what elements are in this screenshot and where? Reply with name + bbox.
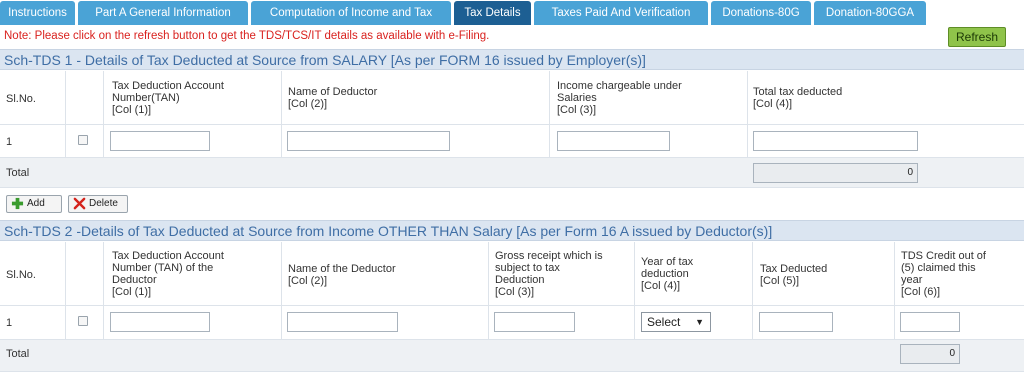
table-row: 1 Select ▼ (0, 306, 1024, 340)
total-label: Total (6, 167, 30, 179)
section-title-tds1: Sch-TDS 1 - Details of Tax Deducted at S… (0, 49, 1024, 70)
tds-credit-total: 0 (900, 344, 960, 364)
column-header-tan: Tax Deduction Account Number (TAN) of the… (112, 250, 224, 298)
year-of-deduction-select[interactable]: Select ▼ (641, 312, 711, 332)
column-header-tan: Tax Deduction Account Number(TAN) [Col (1)… (112, 80, 224, 116)
refresh-button[interactable]: Refresh (948, 27, 1006, 47)
row-number: 1 (6, 317, 13, 329)
note-bar: Note: Please click on the refresh button… (0, 25, 1024, 49)
total-tax-deducted-input[interactable] (753, 131, 918, 151)
add-row-button[interactable]: Add (6, 195, 62, 213)
tan-input[interactable] (110, 131, 210, 151)
row-select-checkbox[interactable] (78, 135, 88, 145)
column-header-deductor: Name of Deductor [Col (2)] (288, 86, 378, 110)
tab-computation-of-income-and-tax[interactable]: Computation of Income and Tax (251, 1, 451, 25)
table-header-row: Sl.No. Tax Deduction Account Number(TAN)[… (0, 71, 1024, 125)
tds1-table: Sl.No. Tax Deduction Account Number(TAN)[… (0, 71, 1024, 188)
column-header-total-tax: Total tax deducted [Col (4)] (753, 86, 843, 110)
tab-tax-details[interactable]: Tax Details (454, 1, 531, 25)
column-header-gross-receipt: Gross receipt which is subject to tax Dedu… (495, 250, 603, 298)
tan-input[interactable] (110, 312, 210, 332)
deductor-name-input[interactable] (287, 312, 398, 332)
column-header-deductor: Name of the Deductor [Col (2)] (288, 263, 396, 287)
plus-icon (11, 197, 24, 210)
column-header-slno: Sl.No. (6, 269, 36, 281)
table-header-row: Sl.No. Tax Deduction Account Number (TAN)… (0, 242, 1024, 306)
tds2-table: Sl.No. Tax Deduction Account Number (TAN)… (0, 242, 1024, 372)
row-select-checkbox[interactable] (78, 316, 88, 326)
tds-credit-input[interactable] (900, 312, 960, 332)
table-total-row: Total 0 (0, 158, 1024, 188)
section-title-tds2: Sch-TDS 2 -Details of Tax Deducted at So… (0, 220, 1024, 241)
tab-part-a-general-information[interactable]: Part A General Information (78, 1, 248, 25)
column-header-income: Income chargeable under Salaries [Col (3)] (557, 80, 682, 116)
gross-receipt-input[interactable] (494, 312, 575, 332)
row-actions: Add Delete (0, 188, 1024, 218)
delete-label: Delete (89, 198, 118, 209)
tab-instructions[interactable]: Instructions (0, 1, 75, 25)
tab-donations-80g[interactable]: Donations-80G (711, 1, 811, 25)
chevron-down-icon: ▼ (695, 317, 704, 327)
delete-x-icon (73, 197, 86, 210)
table-row: 1 (0, 125, 1024, 158)
column-header-tax-deducted: Tax Deducted [Col (5)] (760, 263, 828, 287)
refresh-note: Note: Please click on the refresh button… (4, 30, 490, 42)
column-header-year: Year of tax deduction [Col (4)] (641, 256, 694, 292)
column-header-slno: Sl.No. (6, 93, 36, 105)
table-total-row: Total 0 (0, 340, 1024, 372)
column-header-tds-credit: TDS Credit out of (5) claimed this year [Co… (901, 250, 986, 298)
year-select-value: Select (647, 315, 681, 329)
tab-taxes-paid-and-verification[interactable]: Taxes Paid And Verification (534, 1, 708, 25)
income-chargeable-input[interactable] (557, 131, 670, 151)
total-tax-deducted-total: 0 (753, 163, 918, 183)
add-label: Add (27, 198, 45, 209)
row-number: 1 (6, 136, 13, 148)
tab-bar: Instructions Part A General Information … (0, 0, 1024, 25)
delete-row-button[interactable]: Delete (68, 195, 128, 213)
total-label: Total (6, 348, 30, 360)
tab-donation-80gga[interactable]: Donation-80GGA (814, 1, 926, 25)
tax-deducted-input[interactable] (759, 312, 833, 332)
deductor-name-input[interactable] (287, 131, 450, 151)
